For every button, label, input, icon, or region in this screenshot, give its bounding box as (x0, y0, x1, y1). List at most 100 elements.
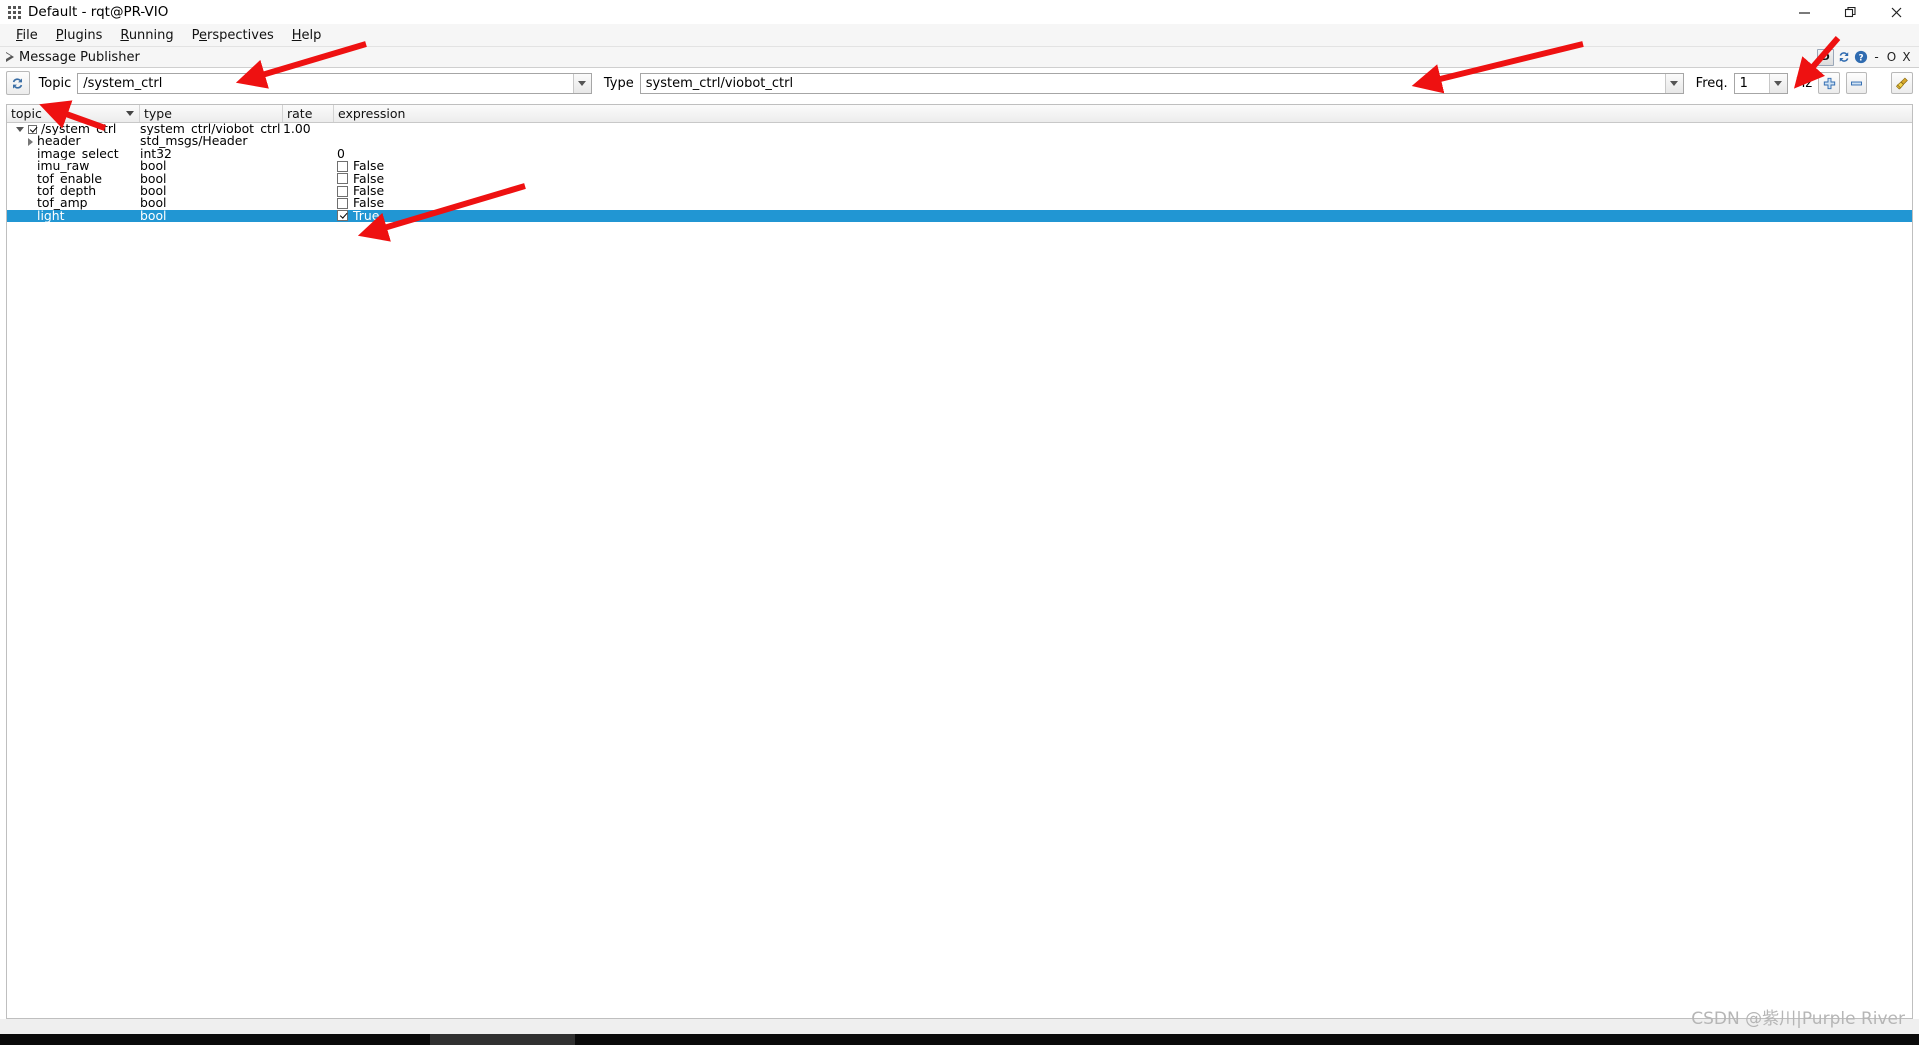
cell-type: bool (140, 184, 167, 198)
table-row[interactable]: imu_raw bool False (7, 160, 1912, 172)
cell-expression-value: True (353, 209, 380, 223)
topic-dropdown-arrow[interactable] (572, 73, 591, 93)
expression-checkbox[interactable] (337, 173, 348, 185)
cell-expression-value: False (353, 184, 385, 198)
column-header-rate-label: rate (287, 106, 313, 121)
clear-publishers-button[interactable] (1891, 72, 1914, 94)
table-row[interactable]: image_select int32 0 (7, 148, 1912, 160)
cell-type: int32 (140, 147, 172, 161)
cell-topic[interactable]: header (7, 135, 140, 147)
minus-icon (1851, 81, 1863, 85)
cell-expression[interactable]: False (334, 197, 1912, 209)
cell-topic-label: tof_amp (37, 197, 88, 210)
freq-input[interactable]: 1 (1735, 76, 1769, 91)
menu-perspectives[interactable]: Perspectives (183, 26, 283, 45)
menu-file[interactable]: File (7, 26, 47, 45)
remove-publisher-button[interactable] (1845, 72, 1868, 94)
maximize-button[interactable] (1827, 0, 1873, 24)
message-table: topic type rate expression /system_ctrl s… (6, 104, 1913, 1019)
chevron-down-icon (1670, 80, 1679, 86)
cell-topic[interactable]: tof_enable (7, 173, 140, 185)
cell-type: std_msgs/Header (140, 135, 248, 148)
menu-plugins[interactable]: Plugins (47, 26, 112, 45)
horizontal-scrollbar[interactable] (0, 1034, 1919, 1045)
column-header-topic-label: topic (11, 106, 42, 121)
cell-expression[interactable]: True (334, 210, 1912, 222)
twisty-collapsed-icon[interactable] (28, 137, 33, 146)
table-row[interactable]: tof_amp bool False (7, 197, 1912, 209)
horizontal-scrollbar-thumb[interactable] (430, 1034, 575, 1045)
column-header-rate[interactable]: rate (283, 105, 334, 122)
add-publisher-button[interactable] (1818, 72, 1840, 94)
expression-checkbox[interactable] (337, 185, 348, 197)
column-header-topic[interactable]: topic (7, 105, 140, 122)
column-header-expression[interactable]: expression (334, 105, 1912, 122)
freq-spinbox[interactable]: 1 (1733, 72, 1788, 94)
cell-topic[interactable]: /system_ctrl (7, 123, 140, 135)
twisty-expanded-icon[interactable] (16, 126, 24, 132)
reload-icon[interactable] (1836, 50, 1851, 65)
table-row[interactable]: /system_ctrl system_ctrl/viobot_ctrl 1.00 (7, 123, 1912, 135)
topic-combobox[interactable]: /system_ctrl (77, 72, 592, 94)
minimize-plugin-button[interactable]: - (1870, 49, 1883, 65)
column-header-type-label: type (144, 106, 172, 121)
table-header-row: topic type rate expression (7, 105, 1912, 123)
cell-expression[interactable]: False (334, 173, 1912, 185)
cell-expression[interactable]: False (334, 160, 1912, 172)
float-plugin-button[interactable]: O (1885, 49, 1898, 65)
close-button[interactable] (1873, 0, 1919, 24)
watermark: CSDN @紫川|Purple River (1691, 1009, 1905, 1029)
cell-type: bool (140, 197, 167, 210)
cell-topic[interactable]: light (7, 210, 140, 222)
type-dropdown-arrow[interactable] (1664, 73, 1683, 93)
cell-topic[interactable]: tof_amp (7, 197, 140, 209)
window-title: Default - rqt@PR-VIO (28, 4, 169, 20)
cell-expression[interactable]: 0 (334, 148, 1912, 160)
cell-topic[interactable]: tof_depth (7, 185, 140, 197)
menu-file-label: ile (22, 27, 38, 43)
cell-topic[interactable]: imu_raw (7, 160, 140, 172)
cell-topic-label: tof_enable (37, 172, 102, 185)
expression-checkbox[interactable] (337, 198, 348, 210)
expression-checkbox[interactable] (337, 210, 348, 222)
menu-running-label: unning (128, 27, 174, 43)
cell-expression[interactable]: False (334, 185, 1912, 197)
topic-label: Topic (38, 75, 72, 91)
dock-icon[interactable]: D (1817, 48, 1834, 66)
table-row[interactable]: tof_enable bool False (7, 173, 1912, 185)
cell-type: bool (140, 172, 167, 185)
menu-running[interactable]: Running (111, 26, 182, 45)
cell-topic[interactable]: image_select (7, 148, 140, 160)
window-controls (1781, 0, 1919, 24)
menu-perspectives-label: rspectives (207, 27, 274, 43)
menu-help-label: elp (301, 27, 322, 43)
table-row[interactable]: tof_depth bool False (7, 185, 1912, 197)
svg-text:?: ? (1858, 54, 1863, 64)
cell-expression-value: False (353, 172, 385, 185)
table-row[interactable]: header std_msgs/Header (7, 135, 1912, 147)
triangle-right-outline-icon[interactable] (6, 51, 15, 63)
row-enable-checkbox[interactable] (28, 124, 37, 134)
type-combobox[interactable]: system_ctrl/viobot_ctrl (639, 72, 1684, 94)
column-header-expression-label: expression (338, 106, 406, 121)
hz-label: Hz (1795, 75, 1813, 91)
plugin-header: Message Publisher D ? - O X (0, 47, 1919, 68)
help-icon[interactable]: ? (1853, 50, 1868, 65)
cell-topic-label: imu_raw (37, 160, 90, 173)
expression-checkbox[interactable] (337, 160, 348, 172)
table-row[interactable]: light bool True (7, 209, 1912, 223)
close-plugin-button[interactable]: X (1900, 49, 1913, 65)
cell-rate[interactable]: 1.00 (283, 123, 334, 135)
plus-icon (1823, 77, 1835, 89)
refresh-topics-icon[interactable] (6, 71, 30, 95)
cell-expression-value: 0 (337, 147, 345, 161)
type-input[interactable]: system_ctrl/viobot_ctrl (641, 76, 1665, 91)
freq-dropdown-arrow[interactable] (1768, 73, 1787, 93)
topic-input[interactable]: /system_ctrl (78, 76, 573, 91)
plugin-header-buttons: D ? - O X (1817, 47, 1913, 67)
cell-type: bool (140, 209, 167, 223)
column-header-type[interactable]: type (140, 105, 283, 122)
menu-help[interactable]: Help (283, 26, 331, 45)
minimize-button[interactable] (1781, 0, 1827, 24)
chevron-down-icon (1774, 80, 1783, 86)
